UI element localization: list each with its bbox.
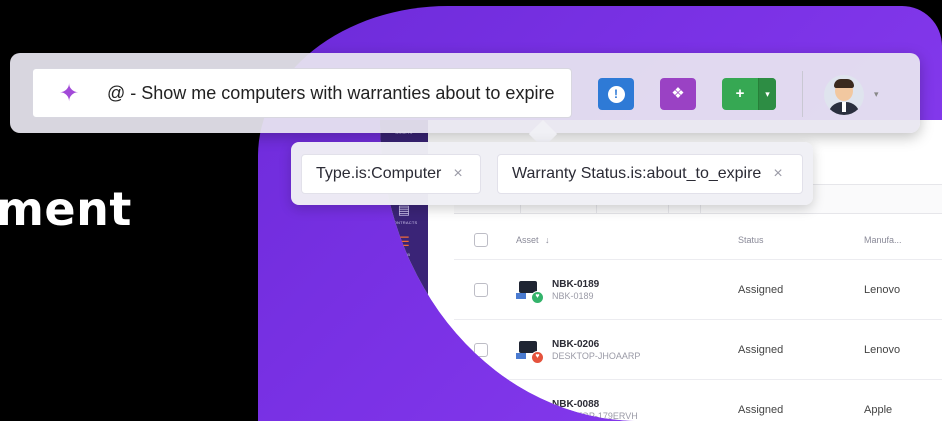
search-input[interactable]: ✦ @ - Show me computers with warranties … [32, 68, 572, 118]
sidebar-item-activities[interactable]: ◉ ACTIVITIES [380, 312, 428, 335]
column-asset[interactable]: Asset ↓ [516, 235, 550, 245]
computer-icon: ♥ [516, 279, 544, 304]
hero-text: ment [0, 182, 132, 236]
asset-manufacturer: Apple [864, 403, 893, 416]
column-manufacturer[interactable]: Manufa... [864, 235, 902, 245]
filter-chip-warranty[interactable]: Warranty Status.is:about_to_expire × [497, 154, 803, 194]
filter-chip-label: Warranty Status.is:about_to_expire [512, 165, 762, 182]
row-checkbox[interactable] [474, 342, 488, 357]
sidebar-item-contracts[interactable]: ▤ CONTRACTS [380, 202, 428, 225]
heart-icon: ♥ [531, 290, 544, 304]
box-icon: ◆ [398, 272, 410, 287]
sidebar-item-label: CONTRACTS [390, 220, 418, 225]
sidebar-item-label: ACTIVITIES [392, 330, 416, 335]
sort-down-icon: ↓ [545, 234, 550, 245]
asset-status: Assigned [738, 283, 784, 296]
chevron-down-icon[interactable]: ▾ [874, 89, 879, 100]
column-status[interactable]: Status [738, 235, 764, 245]
sidebar-item-other-cis[interactable]: ◆ OTHER CIS [380, 272, 428, 295]
computer-icon: ♥ [516, 399, 544, 421]
gear-icon: ⚙ [398, 353, 410, 368]
top-search-bar: ✦ @ - Show me computers with warranties … [10, 53, 920, 133]
asset-name[interactable]: NBK-0189 [552, 279, 599, 290]
table-row[interactable]: ♥ NBK-0088 DESKTOP-179ERVH Assigned Appl… [454, 380, 942, 421]
asset-status: Assigned [738, 403, 784, 416]
plus-icon: + [735, 85, 745, 102]
magic-wand-icon: ✦ [58, 79, 80, 107]
filter-chip-label: Type.is:Computer [316, 165, 442, 182]
sidebar-item-label: CMDB [397, 252, 411, 257]
asset-hostname: NBK-0189 [552, 290, 594, 301]
filter-chip-type[interactable]: Type.is:Computer × [301, 154, 481, 194]
alert-button[interactable]: ! [598, 78, 634, 110]
asset-cell: ♥ NBK-0206 DESKTOP-JHOAARP [516, 339, 641, 364]
sidebar-item-label: SETTINGS [393, 371, 415, 376]
asset-manufacturer: Lenovo [864, 283, 901, 296]
search-query[interactable]: @ - Show me computers with warranties ab… [107, 83, 554, 104]
asset-table: Asset ↓ Status Manufa... ♥ NBK-0189 NBK-… [454, 220, 942, 421]
tags-button[interactable]: ❖ [660, 78, 696, 110]
asset-cell: ♥ NBK-0088 DESKTOP-179ERVH [516, 399, 638, 421]
asset-name[interactable]: NBK-0206 [552, 339, 640, 350]
asset-hostname: DESKTOP-179ERVH [552, 410, 638, 421]
row-checkbox[interactable] [474, 282, 488, 297]
table-row[interactable]: ♥ NBK-0189 NBK-0189 Assigned Lenovo [454, 260, 942, 320]
sidebar-item-label: OTHER CIS [392, 290, 416, 295]
asset-cell: ♥ NBK-0189 NBK-0189 [516, 279, 599, 304]
avatar-icon[interactable] [824, 75, 864, 115]
close-icon[interactable]: × [773, 165, 782, 183]
table-row[interactable]: ♥ NBK-0206 DESKTOP-JHOAARP Assigned Leno… [454, 320, 942, 380]
asset-hostname: DESKTOP-JHOAARP [552, 350, 641, 361]
add-button[interactable]: + ▾ [722, 78, 776, 110]
row-checkbox[interactable] [474, 402, 488, 417]
database-icon: ☰ [398, 234, 410, 249]
toolbar-divider [802, 71, 803, 117]
table-header: Asset ↓ Status Manufa... [454, 220, 942, 260]
computer-icon: ♥ [516, 339, 544, 364]
sidebar-item-settings[interactable]: ⚙ SETTINGS [380, 353, 428, 376]
select-all-checkbox[interactable] [474, 232, 488, 247]
asset-name[interactable]: NBK-0088 [552, 399, 638, 410]
sidebar-item-cmdb[interactable]: ☰ CMDB [380, 234, 428, 257]
tags-icon: ❖ [671, 85, 685, 102]
close-icon[interactable]: × [453, 165, 462, 183]
activities-icon: ◉ [398, 312, 410, 327]
heart-icon: ♥ [531, 410, 544, 421]
filter-chips-bar: Type.is:Computer × Warranty Status.is:ab… [291, 142, 813, 205]
asset-manufacturer: Lenovo [864, 343, 901, 356]
alert-icon: ! [607, 85, 625, 103]
add-dropdown-chevron-icon[interactable]: ▾ [758, 78, 776, 110]
asset-status: Assigned [738, 343, 784, 356]
heart-icon: ♥ [531, 350, 544, 364]
